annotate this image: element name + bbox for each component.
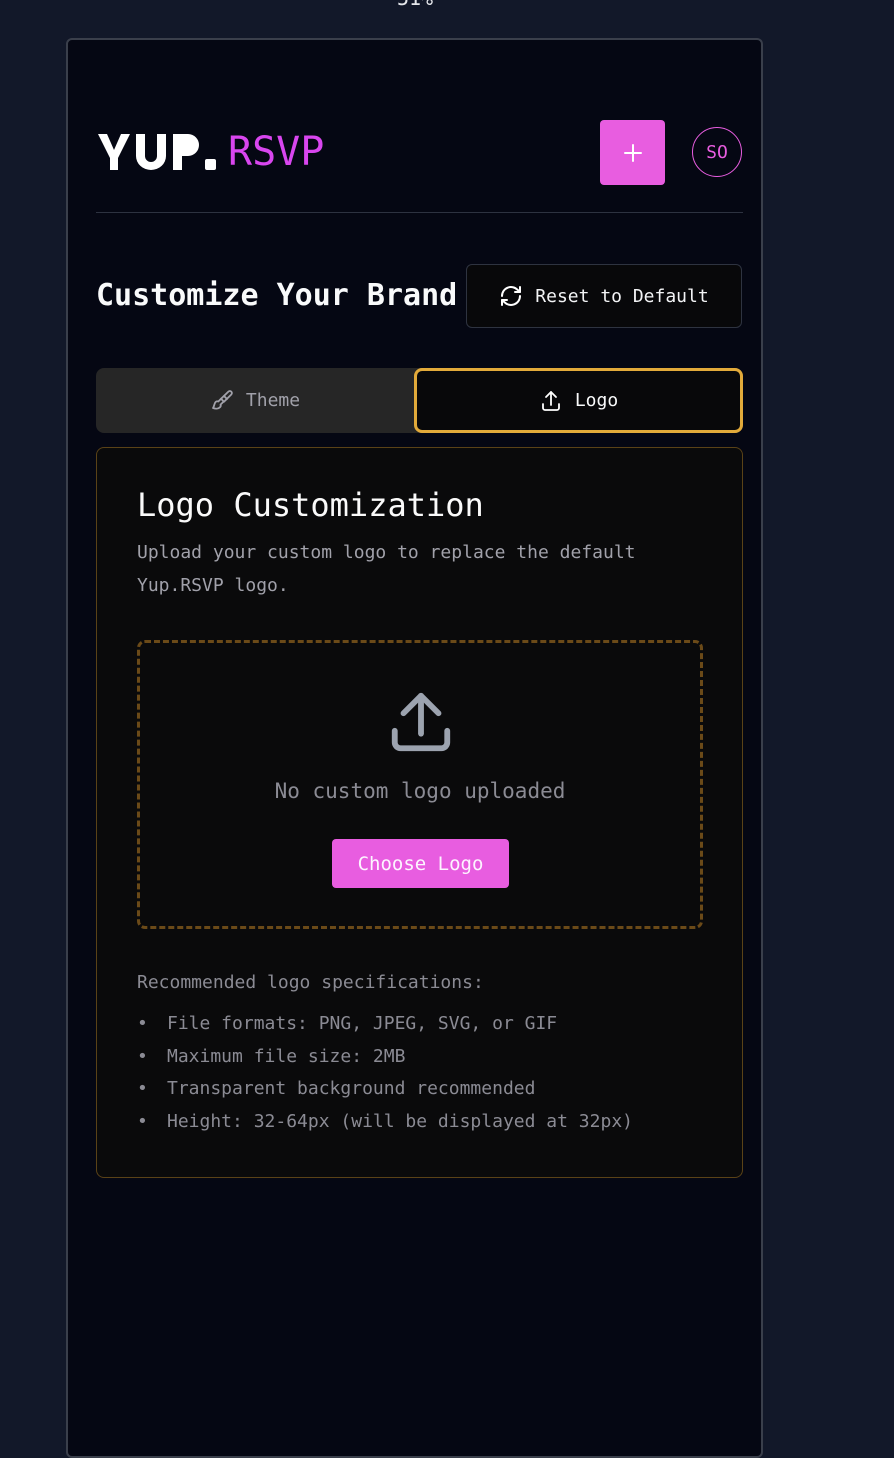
zoom-level: 51% — [0, 0, 830, 10]
logo-customization-card: Logo Customization Upload your custom lo… — [96, 447, 743, 1178]
tab-logo-label: Logo — [574, 390, 619, 411]
tab-logo[interactable]: Logo — [414, 368, 743, 433]
list-item: • File formats: PNG, JPEG, SVG, or GIF — [137, 1013, 558, 1034]
page-title: Customize Your Brand — [96, 278, 458, 313]
list-item: • Height: 32-64px (will be displayed at 3… — [137, 1110, 633, 1132]
app-frame: RSVP SO Customize Your Brand Reset to De… — [66, 38, 763, 1458]
tab-theme[interactable]: Theme — [96, 368, 414, 433]
tab-theme-label: Theme — [245, 390, 301, 411]
upload-large-icon — [391, 692, 451, 752]
refresh-icon — [501, 286, 522, 306]
add-event-button[interactable] — [600, 120, 665, 185]
header: RSVP SO — [96, 120, 743, 213]
paintbrush-icon — [212, 389, 233, 410]
list-item: • Transparent background recommended — [137, 1078, 536, 1099]
tab-list: Theme Logo — [96, 368, 743, 433]
spec-title: Recommended logo specifications: — [137, 972, 484, 993]
upload-icon — [541, 390, 560, 411]
list-item: • Maximum file size: 2MB — [137, 1045, 406, 1067]
reset-to-default-button[interactable]: Reset to Default — [466, 264, 742, 328]
spec-list: • File formats: PNG, JPEG, SVG, or GIF • M… — [137, 1008, 633, 1138]
brand-logo[interactable]: RSVP — [98, 130, 324, 174]
card-title: Logo Customization — [137, 486, 484, 524]
no-logo-text: No custom logo uploaded — [274, 779, 566, 803]
logo-rsvp-text: RSVP — [228, 129, 325, 175]
plus-icon — [623, 143, 642, 162]
choose-logo-button[interactable]: Choose Logo — [332, 839, 509, 888]
yup-logo-mark — [98, 134, 216, 170]
logo-dropzone[interactable]: No custom logo uploaded Choose Logo — [137, 640, 703, 929]
user-avatar[interactable]: SO — [692, 127, 742, 177]
card-description: Upload your custom logo to replace the d… — [137, 542, 636, 596]
reset-label: Reset to Default — [535, 285, 709, 307]
